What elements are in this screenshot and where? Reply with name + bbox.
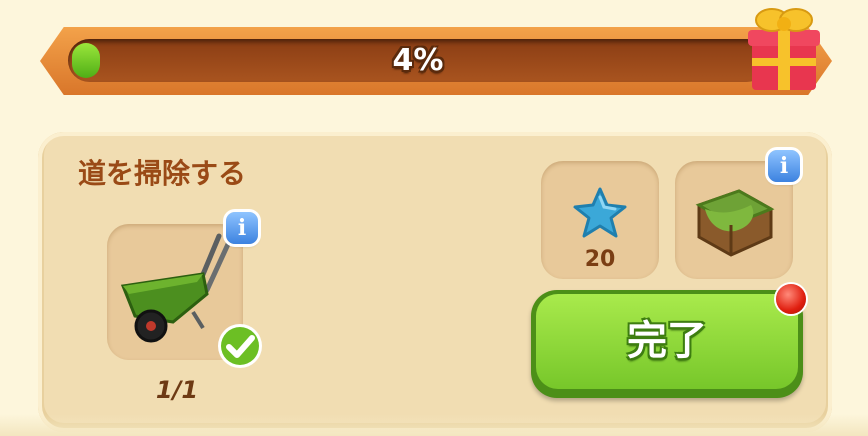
notification-dot-icon <box>776 284 806 314</box>
task-title: 道を掃除する <box>78 157 247 190</box>
blue-star-icon <box>573 187 627 238</box>
progress-percent-label: 4% <box>392 43 444 78</box>
grass-crate-icon <box>695 189 775 257</box>
progress-bar: 4% <box>68 39 768 82</box>
checkmark-icon <box>218 324 262 368</box>
bottom-edge <box>0 414 868 436</box>
reward-star-amount: 20 <box>584 247 616 272</box>
complete-button-face: 完了 <box>536 294 798 389</box>
gift-box-icon[interactable] <box>744 0 824 96</box>
requirement-info-button[interactable]: i <box>226 212 258 244</box>
reward-info-button[interactable]: i <box>768 150 800 182</box>
requirement-count: 1/1 <box>155 376 199 404</box>
complete-button[interactable]: 完了 <box>531 290 803 398</box>
complete-button-label: 完了 <box>627 318 707 364</box>
